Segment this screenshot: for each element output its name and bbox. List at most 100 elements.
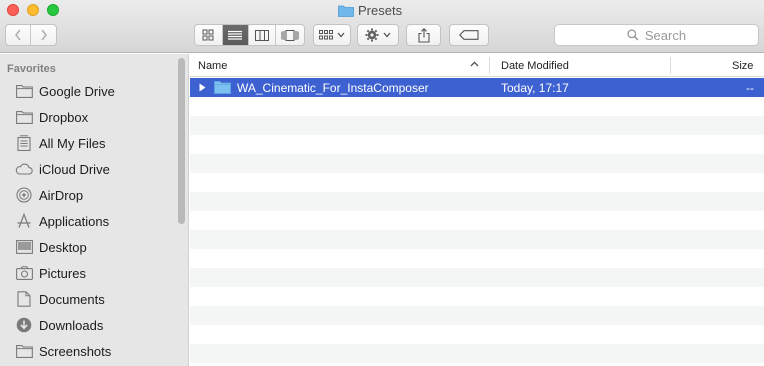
sidebar-item-pictures[interactable]: Pictures xyxy=(0,260,176,286)
share-button[interactable] xyxy=(406,24,441,46)
sidebar-section-favorites: Favorites xyxy=(7,63,56,75)
applications-icon xyxy=(15,212,33,230)
file-name: WA_Cinematic_For_InstaComposer xyxy=(237,80,429,95)
sidebar-item-label: Google Drive xyxy=(39,83,115,99)
minimize-window-button[interactable] xyxy=(27,4,39,16)
empty-row xyxy=(190,230,764,249)
folder-icon xyxy=(15,108,33,126)
table-row[interactable]: WA_Cinematic_For_InstaComposer Today, 17… xyxy=(190,78,764,97)
share-icon xyxy=(417,27,430,43)
empty-row xyxy=(190,325,764,344)
file-date-modified: Today, 17:17 xyxy=(501,80,569,95)
tags-button[interactable] xyxy=(449,24,489,46)
gallery-view-button[interactable] xyxy=(276,25,304,45)
arrange-button[interactable] xyxy=(313,24,351,46)
column-header-date-modified[interactable]: Date Modified xyxy=(501,54,569,77)
desktop-icon xyxy=(15,238,33,256)
sidebar-item-downloads[interactable]: Downloads xyxy=(0,312,176,338)
column-size-label: Size xyxy=(732,59,754,72)
documents-icon xyxy=(15,290,33,308)
empty-row xyxy=(190,287,764,306)
finder-window: Presets Search Favorites Google Drive Dr… xyxy=(0,0,764,366)
icon-view-button[interactable] xyxy=(195,25,223,45)
sidebar-item-icloud-drive[interactable]: iCloud Drive xyxy=(0,156,176,182)
empty-row xyxy=(190,154,764,173)
folder-icon xyxy=(214,81,231,94)
sidebar-item-label: Documents xyxy=(39,291,105,307)
column-view-button[interactable] xyxy=(249,25,276,45)
empty-row xyxy=(190,173,764,192)
forward-button[interactable] xyxy=(31,25,56,45)
sidebar-item-label: Screenshots xyxy=(39,343,112,359)
empty-row xyxy=(190,97,764,116)
camera-icon xyxy=(15,264,33,282)
columns-icon xyxy=(254,29,269,41)
column-name-label: Name xyxy=(198,59,228,72)
sidebar-item-label: AirDrop xyxy=(39,187,84,203)
disclosure-triangle-icon[interactable] xyxy=(199,83,206,92)
close-window-button[interactable] xyxy=(7,4,19,16)
folder-icon xyxy=(338,5,354,17)
column-divider[interactable] xyxy=(670,57,671,74)
list-header: Name Date Modified Size xyxy=(190,54,764,77)
empty-row xyxy=(190,116,764,135)
search-field[interactable]: Search xyxy=(554,24,759,46)
all-files-icon xyxy=(15,134,33,152)
empty-row xyxy=(190,192,764,211)
gear-icon xyxy=(365,28,379,42)
airdrop-icon xyxy=(15,186,33,204)
file-size: -- xyxy=(746,80,754,95)
tag-icon xyxy=(459,30,479,40)
window-title-text: Presets xyxy=(358,2,403,18)
sidebar-item-label: Desktop xyxy=(39,239,87,255)
cloud-icon xyxy=(15,160,33,178)
sidebar-item-dropbox[interactable]: Dropbox xyxy=(0,104,176,130)
nav-buttons xyxy=(5,24,57,46)
back-button[interactable] xyxy=(6,25,32,45)
sort-ascending-icon xyxy=(470,61,479,67)
arrange-icon xyxy=(319,30,333,40)
sidebar-item-label: All My Files xyxy=(39,135,106,151)
toolbar: Presets Search xyxy=(0,0,764,53)
empty-row xyxy=(190,249,764,268)
sidebar-item-label: Dropbox xyxy=(39,109,89,125)
sidebar: Favorites Google Drive Dropbox All My Fi… xyxy=(0,54,189,366)
action-button[interactable] xyxy=(357,24,399,46)
window-title: Presets xyxy=(338,2,402,18)
list-icon xyxy=(228,30,243,40)
chevron-right-icon xyxy=(40,29,47,41)
file-list: Name Date Modified Size WA_Cinematic_For… xyxy=(190,54,764,366)
sidebar-scrollbar[interactable] xyxy=(178,58,185,224)
empty-row xyxy=(190,306,764,325)
sidebar-item-google-drive[interactable]: Google Drive xyxy=(0,78,176,104)
chevron-left-icon xyxy=(14,29,21,41)
column-header-size[interactable]: Size xyxy=(732,54,753,77)
sidebar-item-applications[interactable]: Applications xyxy=(0,208,176,234)
empty-row xyxy=(190,211,764,230)
folder-icon xyxy=(15,342,33,360)
sidebar-item-airdrop[interactable]: AirDrop xyxy=(0,182,176,208)
column-header-name[interactable]: Name xyxy=(198,54,227,77)
sidebar-item-desktop[interactable]: Desktop xyxy=(0,234,176,260)
zoom-window-button[interactable] xyxy=(47,4,59,16)
download-icon xyxy=(15,316,33,334)
sidebar-item-label: Applications xyxy=(39,213,110,229)
list-view-button[interactable] xyxy=(222,25,250,45)
column-divider[interactable] xyxy=(489,57,490,74)
empty-row xyxy=(190,268,764,287)
list-rows: WA_Cinematic_For_InstaComposer Today, 17… xyxy=(190,78,764,366)
chevron-down-icon xyxy=(337,32,345,38)
view-mode-control xyxy=(194,24,305,46)
sidebar-item-label: iCloud Drive xyxy=(39,161,110,177)
search-icon xyxy=(627,29,639,41)
sidebar-item-documents[interactable]: Documents xyxy=(0,286,176,312)
sidebar-item-label: Downloads xyxy=(39,317,104,333)
search-placeholder: Search xyxy=(644,27,687,43)
cover-flow-icon xyxy=(281,29,299,41)
grid-icon xyxy=(202,29,214,41)
sidebar-item-all-my-files[interactable]: All My Files xyxy=(0,130,176,156)
column-date-label: Date Modified xyxy=(501,59,569,72)
empty-row xyxy=(190,135,764,154)
sidebar-item-screenshots[interactable]: Screenshots xyxy=(0,338,176,364)
chevron-down-icon xyxy=(383,32,391,38)
